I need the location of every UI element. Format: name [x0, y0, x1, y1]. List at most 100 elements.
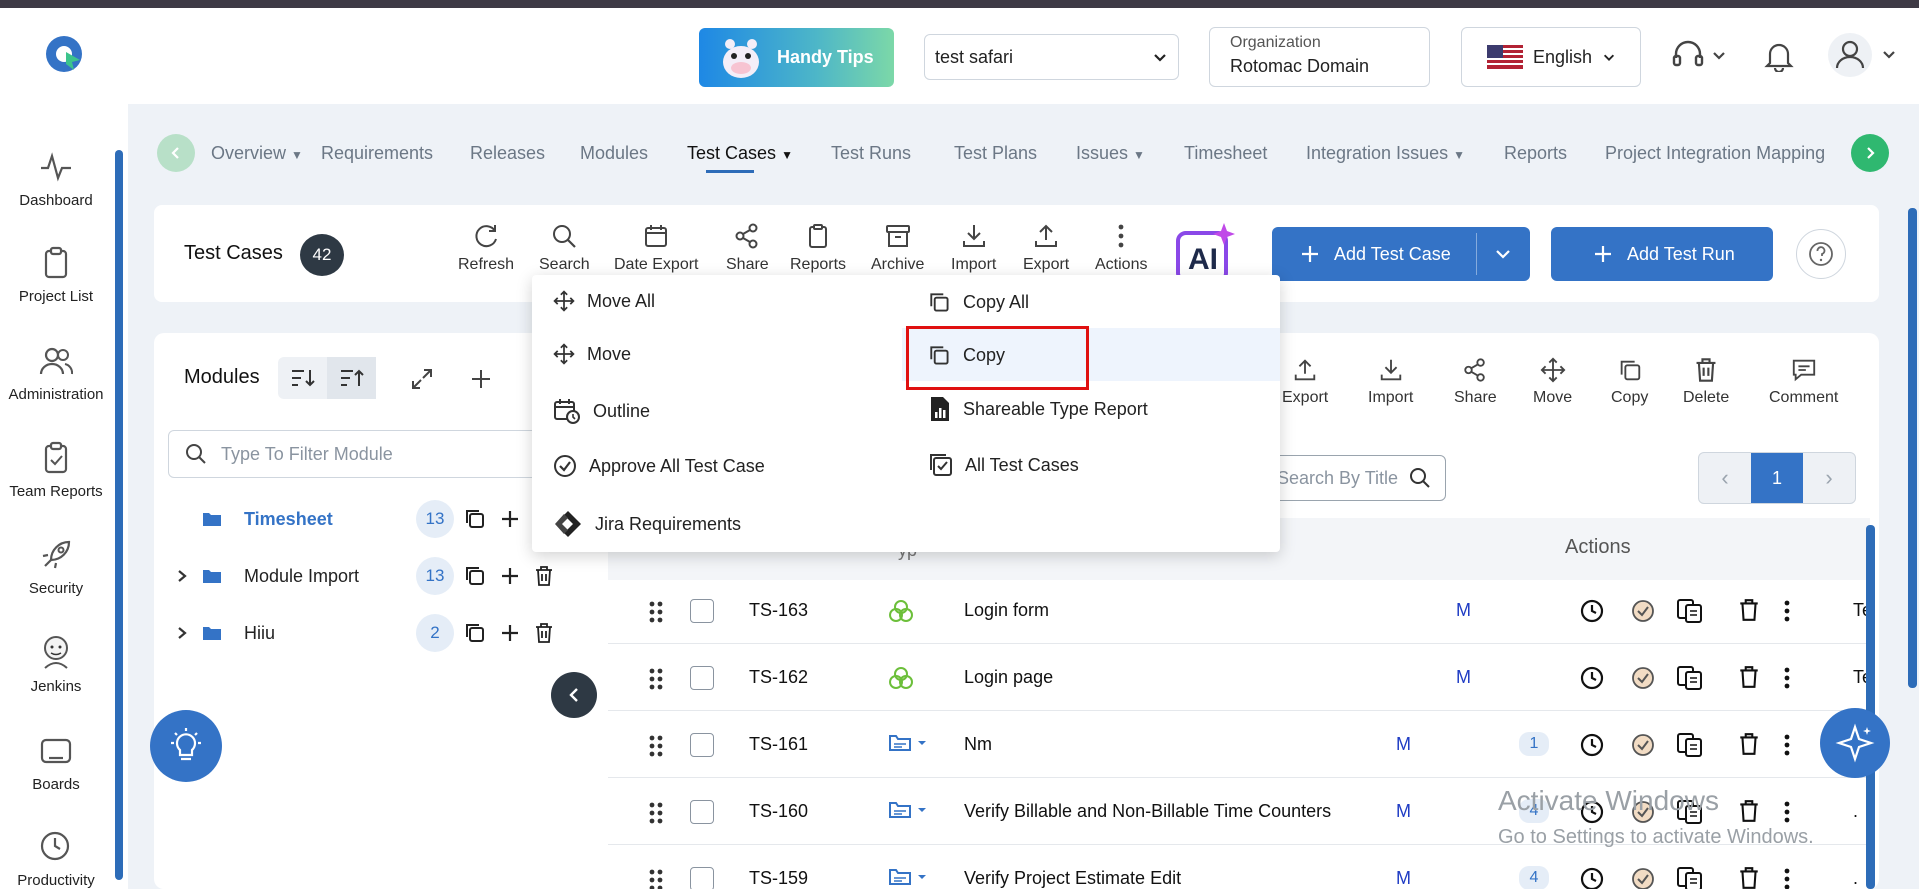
menu-item-outline[interactable]: Outline	[553, 397, 650, 425]
grid-import-button[interactable]: Import	[1368, 357, 1413, 407]
history-clock-icon[interactable]	[1579, 598, 1605, 624]
table-row[interactable]: TS-163 Login form M Te	[608, 578, 1872, 644]
trash-icon[interactable]	[534, 622, 554, 644]
tab-issues[interactable]: Issues ▼	[1076, 143, 1145, 164]
expand-icon[interactable]	[410, 367, 434, 391]
project-select[interactable]: test safari	[924, 34, 1179, 80]
table-scrollbar[interactable]	[1866, 525, 1875, 889]
tips-bulb-button[interactable]	[150, 710, 222, 782]
table-row[interactable]: TS-162 Login page M Te	[608, 645, 1872, 711]
trash-icon[interactable]	[534, 565, 554, 587]
tab-timesheet[interactable]: Timesheet	[1184, 143, 1267, 164]
clone-icon[interactable]	[1676, 665, 1704, 691]
ai-assistant-fab[interactable]	[1820, 708, 1890, 778]
trash-icon[interactable]	[1738, 598, 1760, 622]
current-page[interactable]: 1	[1751, 453, 1803, 503]
row-checkbox[interactable]	[690, 599, 714, 623]
export-button[interactable]: Export	[1023, 222, 1069, 274]
drag-handle-icon[interactable]	[648, 801, 664, 825]
row-checkbox[interactable]	[690, 867, 714, 889]
share-button[interactable]: Share	[726, 222, 769, 274]
grid-share-button[interactable]: Share	[1454, 357, 1497, 407]
menu-item-all-test-cases[interactable]: All Test Cases	[929, 453, 1079, 477]
clone-icon[interactable]	[1676, 732, 1704, 758]
menu-item-approve-all-test-case[interactable]: Approve All Test Case	[553, 454, 765, 478]
tab-test-runs[interactable]: Test Runs	[831, 143, 911, 164]
plus-icon[interactable]	[500, 566, 520, 586]
sidebar-item-security[interactable]: Security	[0, 538, 112, 597]
test-case-title[interactable]: Verify Billable and Non-Billable Time Co…	[964, 801, 1331, 822]
sidebar-item-jenkins[interactable]: Jenkins	[0, 634, 112, 695]
next-page-button[interactable]: ›	[1803, 453, 1855, 503]
copy-icon[interactable]	[464, 565, 486, 587]
table-row[interactable]: TS-161 Nm M 1	[608, 712, 1870, 778]
add-test-case-button[interactable]: Add Test Case	[1272, 227, 1530, 281]
archive-button[interactable]: Archive	[871, 222, 924, 274]
actions-menu-button[interactable]: Actions	[1095, 222, 1147, 274]
plus-icon[interactable]	[500, 509, 520, 529]
trash-icon[interactable]	[1738, 665, 1760, 689]
tab-requirements[interactable]: Requirements	[321, 143, 433, 164]
chevron-right-icon[interactable]	[176, 569, 188, 583]
trash-icon[interactable]	[1738, 732, 1760, 756]
trash-icon[interactable]	[1738, 799, 1760, 823]
copy-icon[interactable]	[464, 622, 486, 644]
import-button[interactable]: Import	[951, 222, 996, 274]
menu-item-move[interactable]: Move	[553, 343, 631, 365]
tab-reports[interactable]: Reports	[1504, 143, 1567, 164]
sidebar-item-boards[interactable]: Boards	[0, 734, 112, 793]
menu-item-shareable-type-report[interactable]: Shareable Type Report	[929, 395, 1148, 423]
test-case-title[interactable]: Login form	[964, 600, 1049, 621]
nav-scroll-left-button[interactable]	[157, 134, 195, 172]
menu-item-jira-requirements[interactable]: Jira Requirements	[553, 509, 741, 539]
nav-scroll-right-button[interactable]	[1851, 134, 1889, 172]
sidebar-item-productivity[interactable]: Productivity	[0, 830, 112, 889]
add-module-icon[interactable]	[469, 367, 493, 391]
tab-test-plans[interactable]: Test Plans	[954, 143, 1037, 164]
sidebar-item-administration[interactable]: Administration	[0, 344, 112, 403]
more-vertical-icon[interactable]	[1782, 599, 1792, 623]
approve-status-icon[interactable]	[1630, 665, 1656, 691]
drag-handle-icon[interactable]	[648, 667, 664, 691]
approve-status-icon[interactable]	[1630, 866, 1656, 889]
approve-status-icon[interactable]	[1630, 598, 1656, 624]
more-vertical-icon[interactable]	[1782, 666, 1792, 690]
module-item-hiiu[interactable]: Hiiu 2	[168, 613, 578, 653]
module-filter-input[interactable]: Type To Filter Module	[168, 430, 560, 478]
refresh-button[interactable]: Refresh	[458, 222, 514, 274]
tab-integration-issues[interactable]: Integration Issues ▼	[1306, 143, 1465, 164]
drag-handle-icon[interactable]	[648, 868, 664, 889]
drag-handle-icon[interactable]	[648, 734, 664, 758]
row-checkbox[interactable]	[690, 800, 714, 824]
test-case-id[interactable]: TS-163	[749, 600, 808, 621]
sidebar-item-dashboard[interactable]: Dashboard	[0, 150, 112, 209]
drag-handle-icon[interactable]	[648, 600, 664, 624]
help-button[interactable]	[1796, 229, 1846, 279]
grid-comment-button[interactable]: Comment	[1769, 357, 1838, 407]
app-logo-icon[interactable]	[44, 34, 84, 74]
sidebar-item-team-reports[interactable]: Team Reports	[0, 441, 112, 500]
plus-icon[interactable]	[500, 623, 520, 643]
test-case-id[interactable]: TS-160	[749, 801, 808, 822]
bell-icon[interactable]	[1764, 40, 1794, 72]
menu-item-move-all[interactable]: Move All	[553, 290, 655, 312]
test-case-title[interactable]: Nm	[964, 734, 992, 755]
history-clock-icon[interactable]	[1579, 732, 1605, 758]
tab-modules[interactable]: Modules	[580, 143, 648, 164]
module-item-module-import[interactable]: Module Import 13	[168, 556, 578, 596]
organization-selector[interactable]: Organization Rotomac Domain	[1209, 27, 1430, 87]
tab-overview[interactable]: Overview ▼	[211, 143, 303, 164]
language-selector[interactable]: English	[1461, 27, 1641, 87]
copy-icon[interactable]	[464, 508, 486, 530]
more-vertical-icon[interactable]	[1782, 800, 1792, 824]
more-vertical-icon[interactable]	[1782, 867, 1792, 889]
clone-icon[interactable]	[1676, 866, 1704, 889]
test-case-id[interactable]: TS-159	[749, 868, 808, 889]
test-case-id[interactable]: TS-162	[749, 667, 808, 688]
chevron-down-icon[interactable]	[1494, 246, 1512, 262]
grid-export-button[interactable]: Export	[1282, 357, 1328, 407]
date-export-button[interactable]: Date Export	[614, 222, 698, 274]
search-button[interactable]: Search	[539, 222, 590, 274]
tab-releases[interactable]: Releases	[470, 143, 545, 164]
sidebar-item-project-list[interactable]: Project List	[0, 246, 112, 305]
